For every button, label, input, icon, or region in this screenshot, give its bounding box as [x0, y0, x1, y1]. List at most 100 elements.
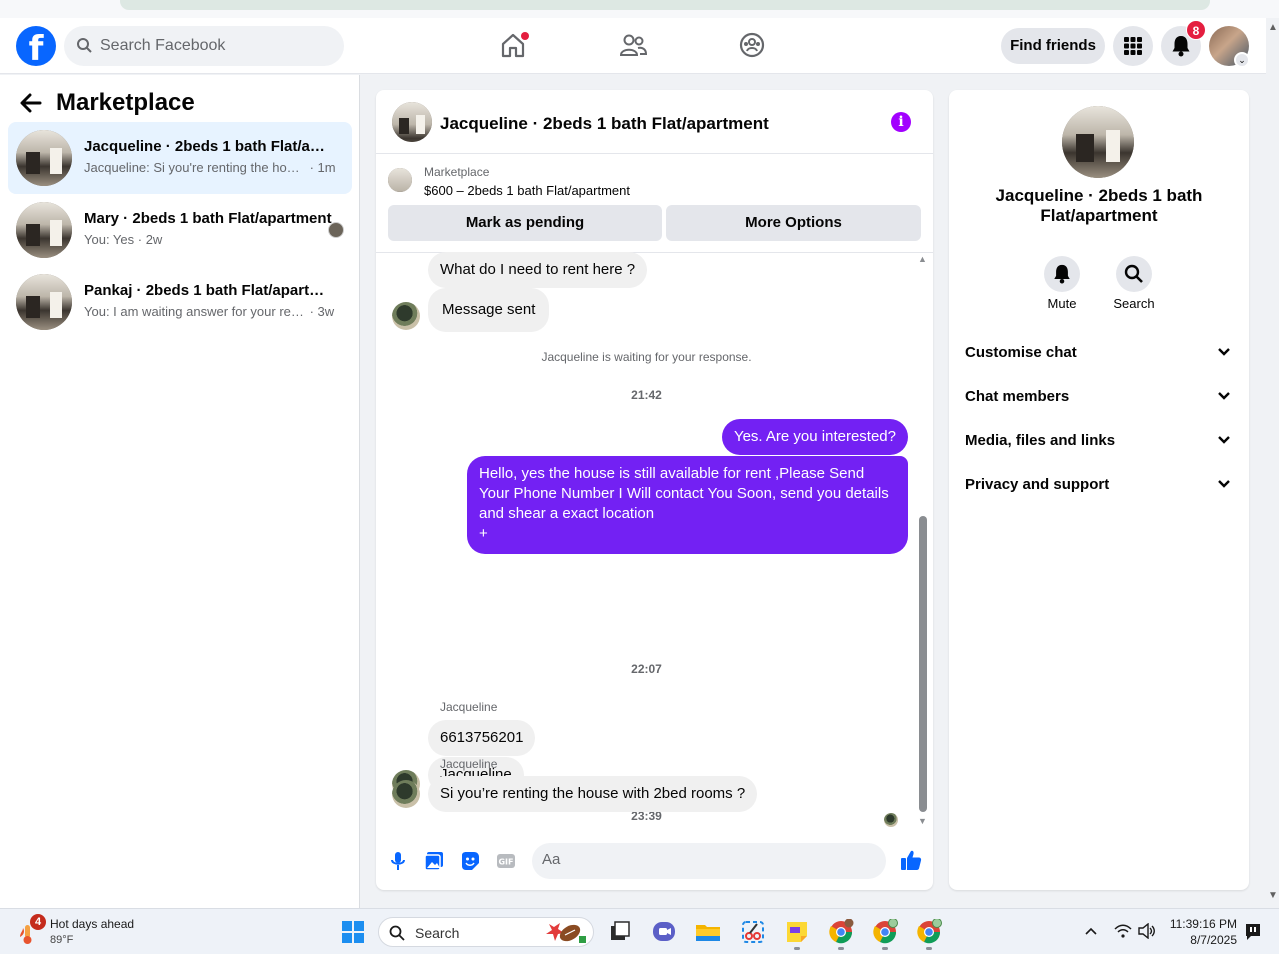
chat-scrollbar[interactable]: ▲ ▼ [917, 254, 929, 834]
taskbar-search[interactable]: Search [378, 917, 594, 947]
info-listing-thumbnail[interactable] [1062, 106, 1134, 178]
page-scrollbar[interactable]: ▲ ▼ [1266, 18, 1279, 908]
media-files-links-section[interactable]: Media, files and links [965, 432, 1233, 456]
system-clock[interactable]: 11:39:16 PM 8/7/2025 [1165, 916, 1237, 948]
conversation-item-pankaj[interactable]: Pankaj · 2beds 1 bath Flat/apartment You… [8, 266, 352, 338]
search-facebook-input[interactable]: Search Facebook [64, 26, 344, 66]
teams-chat-icon[interactable] [651, 919, 677, 945]
file-explorer-icon[interactable] [695, 919, 721, 945]
weather-title: Hot days ahead [50, 917, 135, 931]
photo-icon[interactable] [424, 851, 444, 871]
weather-widget[interactable]: 4 Hot days ahead 89°F [18, 914, 168, 949]
scroll-up-arrow-icon[interactable]: ▲ [1268, 22, 1278, 33]
groups-icon[interactable] [737, 30, 767, 60]
home-notification-dot [521, 32, 529, 40]
message-input[interactable] [542, 851, 842, 868]
sender-avatar [392, 302, 420, 330]
menu-button[interactable] [1113, 26, 1153, 66]
app-running-indicator [794, 947, 800, 950]
marketplace-label: Marketplace [424, 165, 490, 179]
conversation-title: Mary · 2beds 1 bath Flat/apartment [84, 210, 332, 227]
chevron-down-icon [1218, 392, 1230, 400]
timestamp: 22:07 [631, 662, 662, 676]
marketplace-sidebar: Marketplace Jacqueline · 2beds 1 bath Fl… [0, 75, 360, 908]
conversation-item-jacqueline[interactable]: Jacqueline · 2beds 1 bath Flat/apartment… [8, 122, 352, 194]
clock-time: 11:39:16 PM [1169, 917, 1237, 931]
chrome-profile-1-icon[interactable] [828, 919, 854, 945]
message-bubble-incoming: Message sent [428, 288, 550, 332]
football-search-highlight-icon [546, 923, 586, 943]
notification-center-icon[interactable] [1245, 923, 1261, 941]
mark-as-pending-button[interactable]: Mark as pending [388, 205, 662, 241]
listing-thumbnail [16, 130, 72, 186]
chevron-up-icon[interactable] [1084, 926, 1098, 936]
sender-name: Jacqueline [440, 757, 498, 771]
message-bubble-incoming: What do I need to rent here ? [428, 252, 648, 288]
app-running-indicator [838, 947, 844, 950]
timestamp: 21:42 [631, 388, 662, 402]
app-running-indicator [882, 947, 888, 950]
sender-name: Jacqueline [440, 700, 498, 714]
top-navigation: f Search Facebook Find friends 8 ⌄ [0, 18, 1266, 74]
speaker-icon[interactable] [1138, 923, 1156, 939]
mute-label: Mute [1047, 296, 1077, 311]
chat-members-section[interactable]: Chat members [965, 388, 1233, 412]
message-composer: GIF [376, 840, 933, 882]
chat-scroll-up-icon[interactable]: ▲ [918, 254, 927, 264]
windows-taskbar: 4 Hot days ahead 89°F Search 11:39:16 PM… [0, 908, 1279, 954]
conversation-item-mary[interactable]: Mary · 2beds 1 bath Flat/apartment You: … [8, 194, 352, 266]
task-view-icon[interactable] [607, 919, 633, 945]
friends-icon[interactable] [618, 30, 648, 60]
clock-date: 8/7/2025 [1190, 933, 1237, 947]
message-bubble-incoming: Si you’re renting the house with 2bed ro… [428, 776, 758, 812]
search-label: Search [1113, 296, 1155, 311]
svg-text:GIF: GIF [498, 858, 513, 867]
chat-header: Jacqueline · 2beds 1 bath Flat/apartment… [376, 90, 933, 154]
mute-button[interactable]: Mute [1032, 256, 1092, 311]
message-bubble-outgoing: Yes. Are you interested? [721, 419, 908, 455]
bell-icon [1054, 264, 1070, 284]
sticky-notes-icon[interactable] [784, 919, 810, 945]
bell-icon [1172, 36, 1190, 57]
weather-temperature: 89°F [50, 934, 74, 946]
message-bubble-outgoing-long: Hello, yes the house is still available … [467, 456, 908, 554]
conversation-info-panel: Jacqueline · 2beds 1 bath Flat/apartment… [949, 90, 1249, 890]
conversation-preview: Jacqueline: Si you're renting the house … [84, 160, 336, 175]
browser-address-strip [0, 0, 1279, 18]
grid-menu-icon [1124, 37, 1142, 55]
address-bar[interactable] [120, 0, 1210, 10]
windows-start-icon[interactable] [342, 921, 364, 943]
scroll-down-arrow-icon[interactable]: ▼ [1268, 890, 1278, 901]
gif-icon[interactable]: GIF [496, 851, 516, 871]
listing-price[interactable]: $600 – 2beds 1 bath Flat/apartment [424, 183, 630, 198]
snipping-tool-icon[interactable] [740, 919, 766, 945]
search-icon [77, 38, 92, 53]
privacy-support-section[interactable]: Privacy and support [965, 476, 1233, 500]
back-arrow-icon[interactable] [20, 93, 42, 113]
weather-alert-badge: 4 [30, 914, 46, 930]
find-friends-button[interactable]: Find friends [1001, 28, 1105, 64]
customise-chat-section[interactable]: Customise chat [965, 344, 1233, 368]
chat-title[interactable]: Jacqueline · 2beds 1 bath Flat/apartment [440, 114, 769, 134]
more-options-button[interactable]: More Options [666, 205, 921, 241]
chrome-profile-3-icon[interactable] [916, 919, 942, 945]
info-title: Jacqueline · 2beds 1 bath Flat/apartment [995, 186, 1203, 225]
account-chevron-icon[interactable]: ⌄ [1234, 52, 1250, 68]
sidebar-title: Marketplace [56, 89, 195, 116]
conversation-preview: You: I am waiting answer for your respon… [84, 304, 335, 319]
like-icon[interactable] [900, 849, 922, 871]
chat-scroll-down-icon[interactable]: ▼ [918, 816, 927, 826]
app-running-indicator [926, 947, 932, 950]
microphone-icon[interactable] [388, 851, 408, 871]
chrome-profile-2-icon[interactable] [872, 919, 898, 945]
sticker-icon[interactable] [460, 851, 480, 871]
facebook-logo-icon[interactable]: f [16, 26, 56, 66]
search-in-chat-button[interactable]: Search [1104, 256, 1164, 311]
conversation-title: Pankaj · 2beds 1 bath Flat/apartment [84, 282, 334, 299]
wifi-icon[interactable] [1114, 923, 1132, 939]
search-placeholder: Search Facebook [100, 37, 226, 54]
chat-scroll-thumb[interactable] [919, 516, 927, 812]
message-list: What do I need to rent here ? Message se… [376, 252, 933, 834]
chat-listing-thumbnail[interactable] [392, 102, 432, 142]
info-icon[interactable]: i [891, 112, 911, 132]
